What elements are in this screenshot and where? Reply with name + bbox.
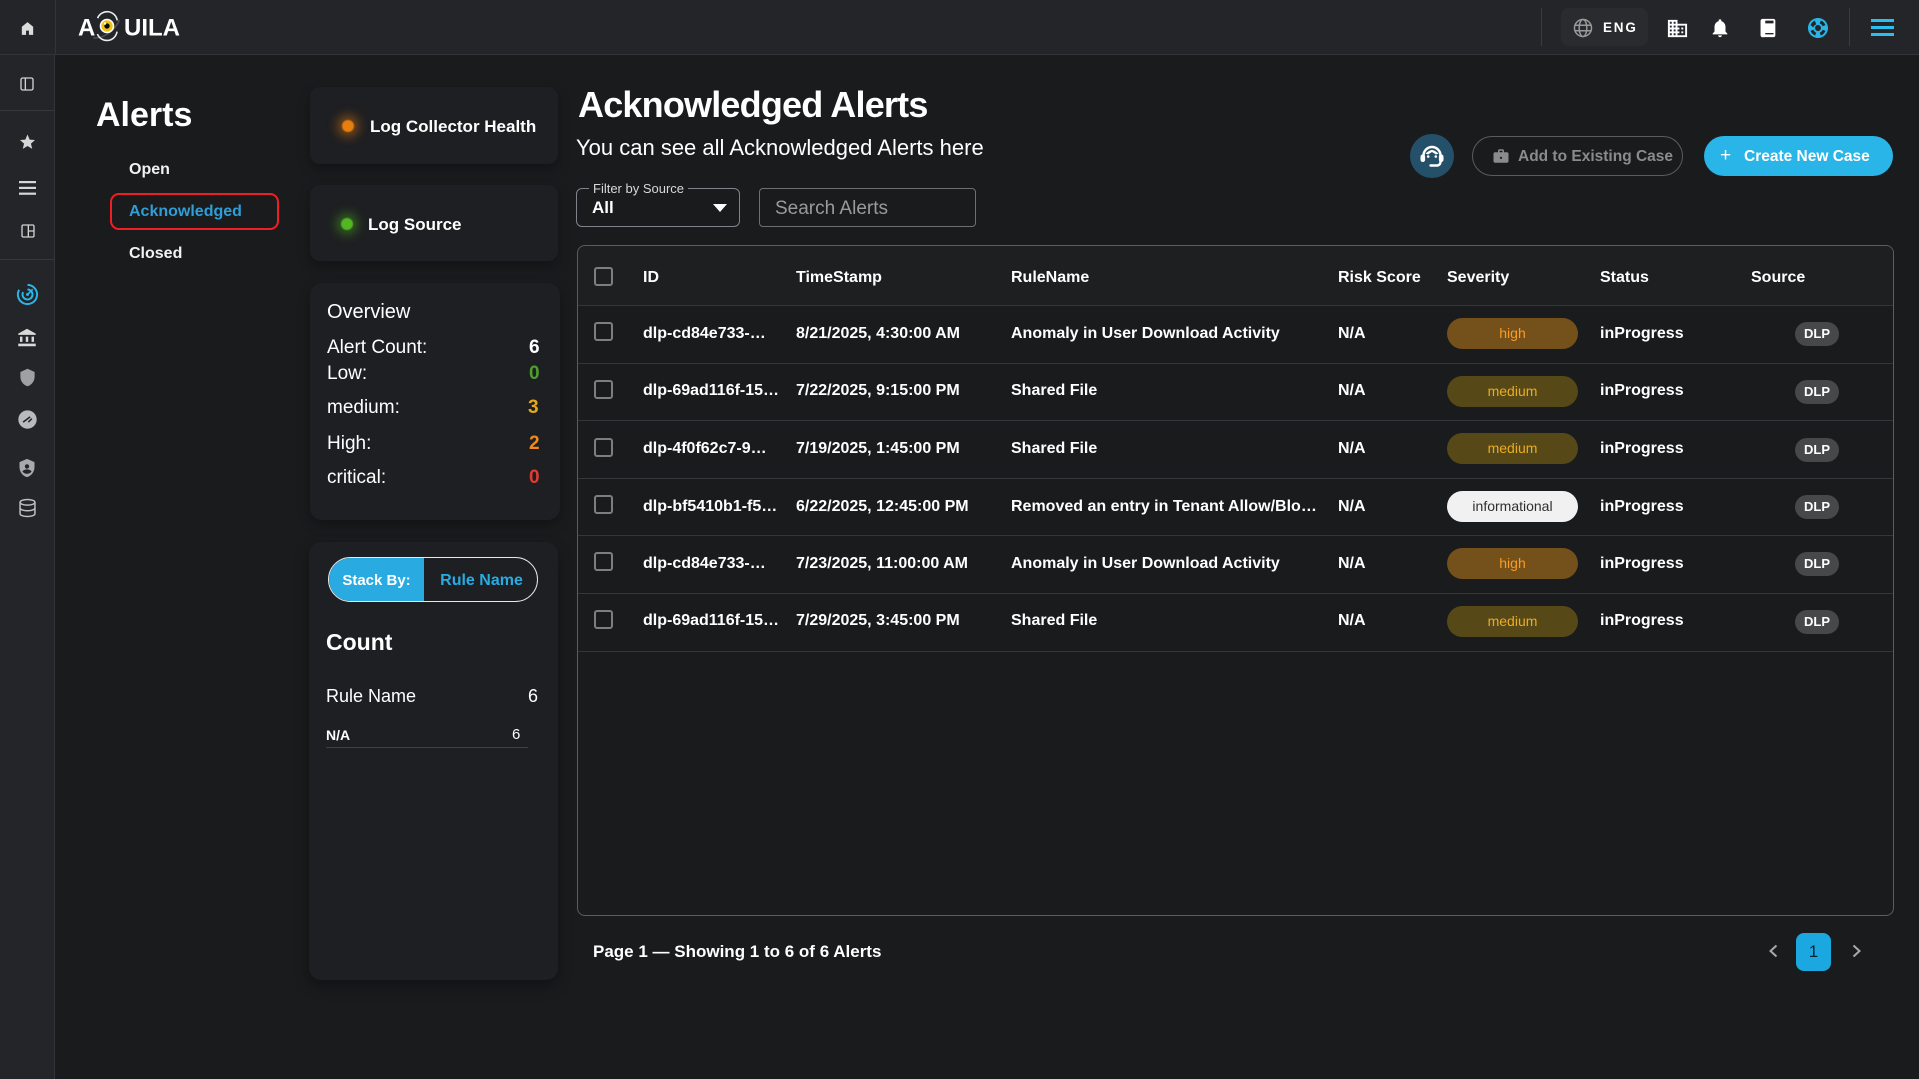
svg-text:UILA: UILA [124, 15, 180, 42]
svg-text:A: A [78, 15, 95, 42]
